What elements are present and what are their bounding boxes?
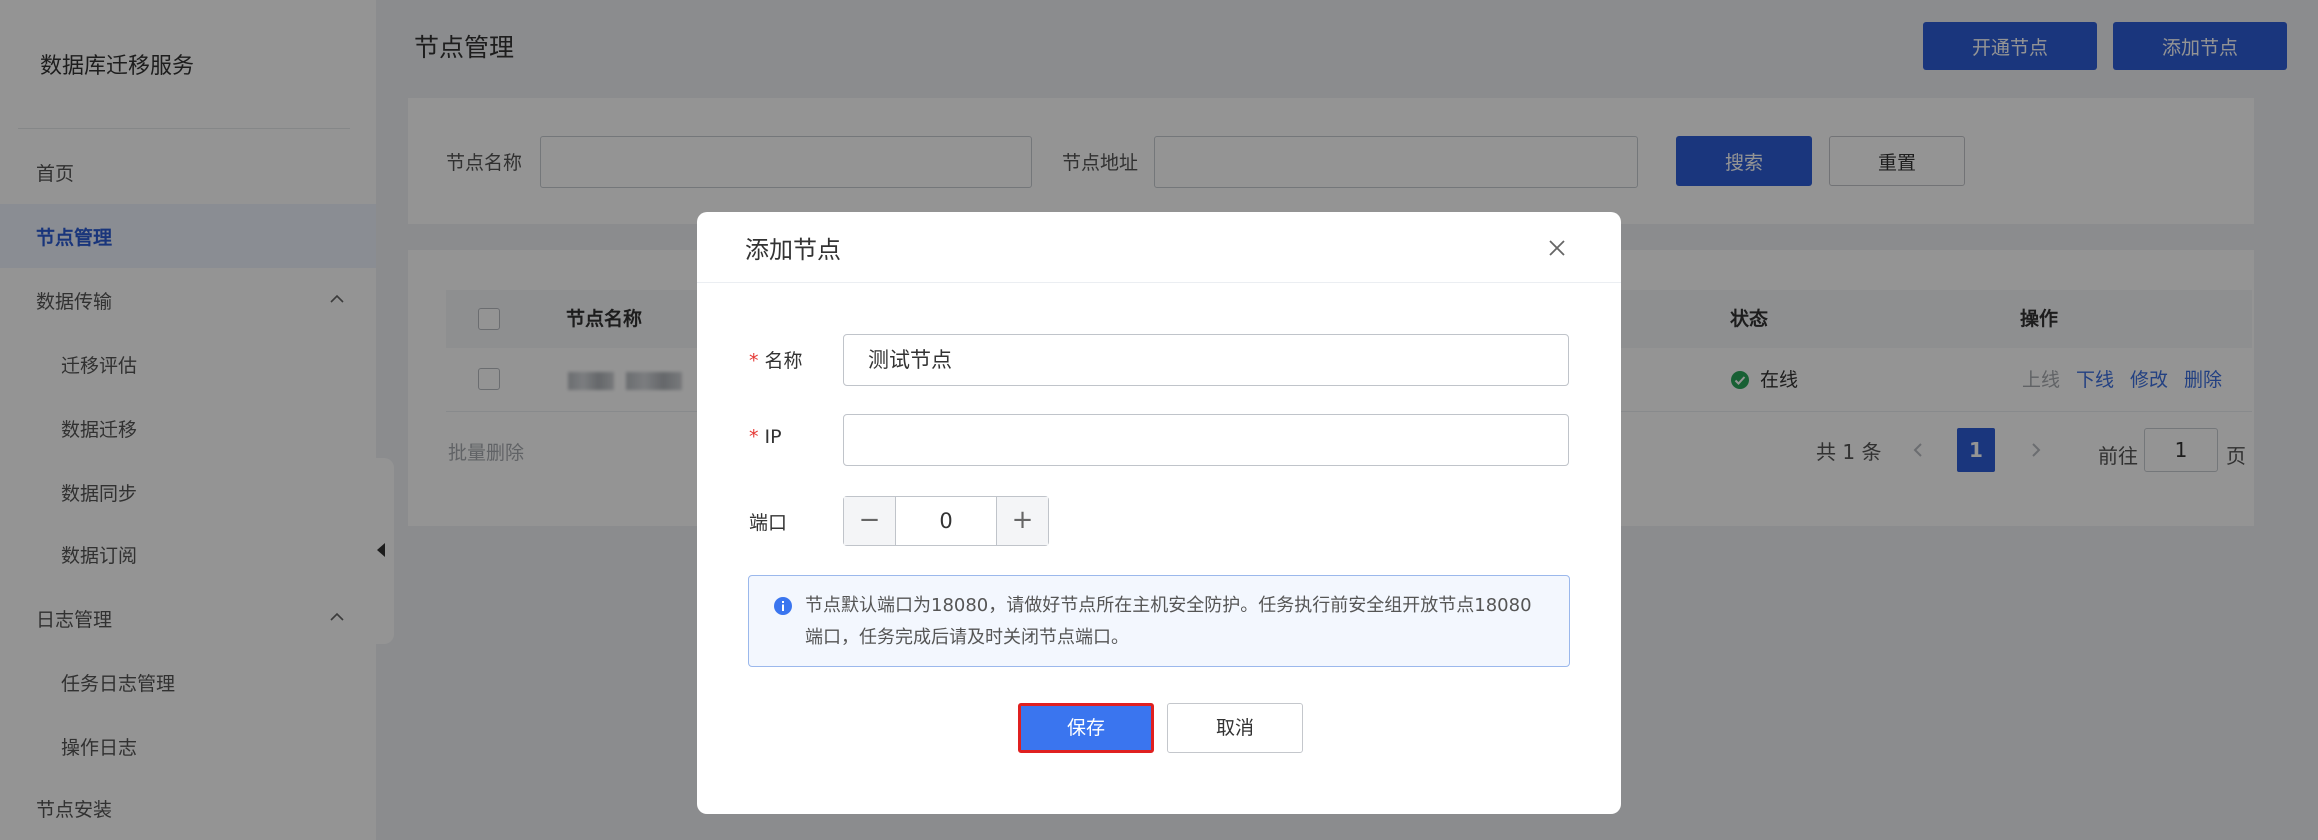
decrement-button[interactable]: − <box>844 497 896 545</box>
increment-button[interactable]: + <box>996 497 1048 545</box>
save-button[interactable]: 保存 <box>1018 703 1154 753</box>
ip-field-label: * IP <box>749 426 782 448</box>
close-icon[interactable] <box>1545 236 1569 260</box>
port-info-alert: 节点默认端口为18080，请做好节点所在主机安全防护。任务执行前安全组开放节点1… <box>748 575 1570 667</box>
dialog-divider <box>697 282 1621 283</box>
ip-field[interactable] <box>843 414 1569 466</box>
info-icon <box>774 597 792 615</box>
add-node-dialog: 添加节点 * 名称 测试节点 * IP 端口 − 0 + 节点默认端口为18080，… <box>697 212 1621 814</box>
port-field[interactable]: 0 <box>896 497 996 545</box>
name-field-label: * 名称 <box>749 350 803 372</box>
name-field[interactable]: 测试节点 <box>843 334 1569 386</box>
cancel-button[interactable]: 取消 <box>1167 703 1303 753</box>
port-stepper: − 0 + <box>843 496 1049 546</box>
dialog-title: 添加节点 <box>745 236 841 264</box>
port-field-label: 端口 <box>749 512 788 534</box>
alert-text: 节点默认端口为18080，请做好节点所在主机安全防护。任务执行前安全组开放节点1… <box>805 595 1532 648</box>
